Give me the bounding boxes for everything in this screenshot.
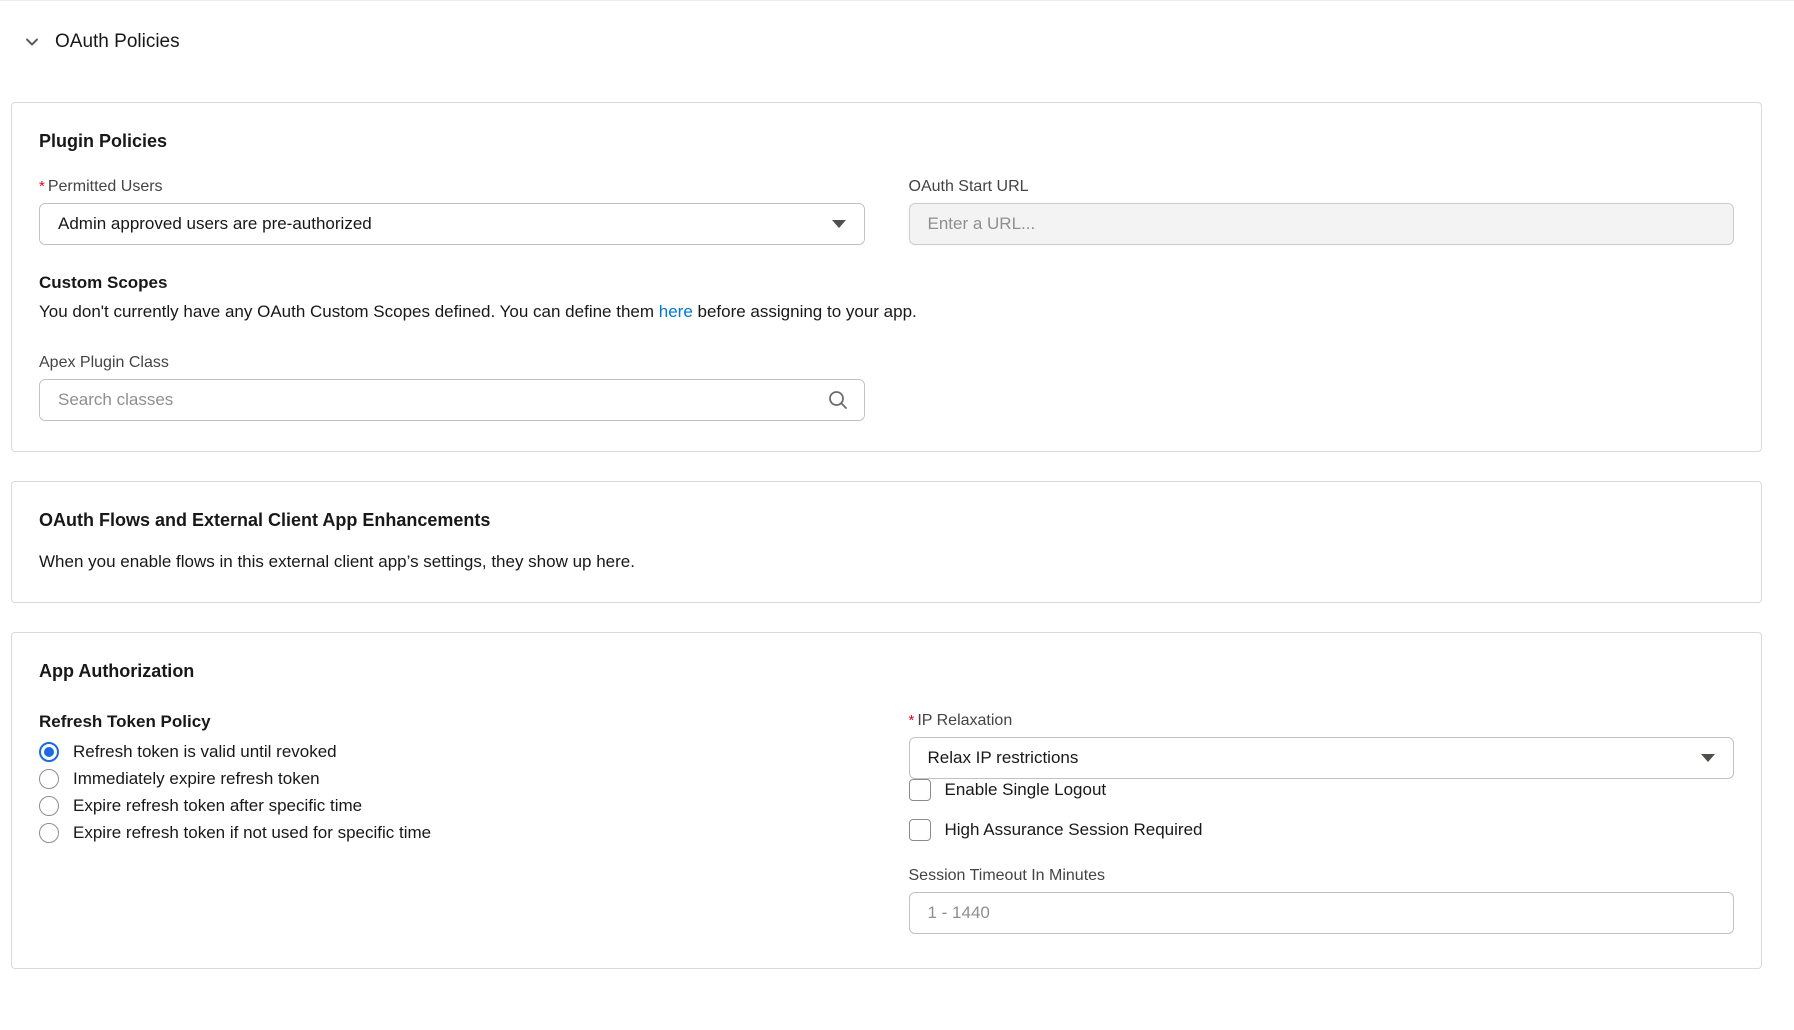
required-asterisk: * xyxy=(909,712,915,729)
search-icon xyxy=(827,389,849,411)
high-assurance-session-checkbox[interactable] xyxy=(909,819,931,841)
ip-relaxation-label-text: IP Relaxation xyxy=(917,712,1012,730)
section-title: OAuth Policies xyxy=(55,31,180,53)
session-timeout-label-text: Session Timeout In Minutes xyxy=(909,867,1106,885)
app-authorization-right-column: * IP Relaxation Relax IP restrictions En… xyxy=(909,712,1735,934)
radio-option-label: Expire refresh token if not used for spe… xyxy=(73,823,431,843)
radio-option-valid-until-revoked[interactable]: Refresh token is valid until revoked xyxy=(39,742,865,762)
here-link[interactable]: here xyxy=(659,302,693,321)
chevron-down-icon[interactable] xyxy=(23,33,41,51)
apex-plugin-class-field xyxy=(39,379,865,421)
enable-single-logout-checkbox[interactable] xyxy=(909,779,931,801)
radio-option-immediately-expire[interactable]: Immediately expire refresh token xyxy=(39,769,865,789)
chevron-down-icon xyxy=(1701,754,1715,762)
enable-single-logout-label: Enable Single Logout xyxy=(945,780,1107,800)
custom-scopes-text: You don't currently have any OAuth Custo… xyxy=(39,301,1734,322)
radio-option-label: Expire refresh token after specific time xyxy=(73,796,362,816)
ip-relaxation-value: Relax IP restrictions xyxy=(928,748,1079,768)
radio-option-expire-if-unused[interactable]: Expire refresh token if not used for spe… xyxy=(39,823,865,843)
refresh-token-radio-3[interactable] xyxy=(39,823,59,843)
refresh-token-policy-group: Refresh Token Policy Refresh token is va… xyxy=(39,712,865,850)
enable-single-logout-row[interactable]: Enable Single Logout xyxy=(909,779,1735,801)
custom-scopes-heading: Custom Scopes xyxy=(39,273,1734,293)
permitted-users-select[interactable]: Admin approved users are pre-authorized xyxy=(39,203,865,245)
oauth-flows-card: OAuth Flows and External Client App Enha… xyxy=(11,481,1762,603)
oauth-policies-page: OAuth Policies Plugin Policies * Permitt… xyxy=(0,0,1794,1030)
permitted-users-field: * Permitted Users Admin approved users a… xyxy=(39,178,865,245)
ip-relaxation-label: * IP Relaxation xyxy=(909,712,1735,730)
oauth-flows-description: When you enable flows in this external c… xyxy=(39,551,1734,572)
radio-option-expire-after-time[interactable]: Expire refresh token after specific time xyxy=(39,796,865,816)
refresh-token-radio-1[interactable] xyxy=(39,769,59,789)
refresh-token-radio-2[interactable] xyxy=(39,796,59,816)
oauth-flows-title: OAuth Flows and External Client App Enha… xyxy=(39,510,1734,531)
permitted-users-value: Admin approved users are pre-authorized xyxy=(58,214,372,234)
session-timeout-input[interactable] xyxy=(909,892,1735,934)
plugin-policies-title: Plugin Policies xyxy=(39,131,1734,152)
apex-plugin-class-input[interactable] xyxy=(39,379,865,421)
oauth-start-url-label-text: OAuth Start URL xyxy=(909,178,1029,196)
session-timeout-label: Session Timeout In Minutes xyxy=(909,867,1735,885)
custom-scopes-text-after: before assigning to your app. xyxy=(693,302,917,321)
refresh-token-policy-label: Refresh Token Policy xyxy=(39,712,865,732)
radio-option-label: Refresh token is valid until revoked xyxy=(73,742,337,762)
apex-plugin-class-label: Apex Plugin Class xyxy=(39,354,1734,372)
permitted-users-label: * Permitted Users xyxy=(39,178,865,196)
app-authorization-title: App Authorization xyxy=(39,661,1734,682)
ip-relaxation-select[interactable]: Relax IP restrictions xyxy=(909,737,1735,779)
radio-option-label: Immediately expire refresh token xyxy=(73,769,320,789)
high-assurance-session-label: High Assurance Session Required xyxy=(945,820,1203,840)
custom-scopes-text-before: You don't currently have any OAuth Custo… xyxy=(39,302,659,321)
apex-plugin-class-label-text: Apex Plugin Class xyxy=(39,354,169,372)
high-assurance-session-row[interactable]: High Assurance Session Required xyxy=(909,819,1735,841)
permitted-users-label-text: Permitted Users xyxy=(48,178,163,196)
oauth-start-url-field: OAuth Start URL xyxy=(909,178,1735,245)
app-authorization-card: App Authorization Refresh Token Policy R… xyxy=(11,632,1762,969)
oauth-start-url-input xyxy=(909,203,1735,245)
required-asterisk: * xyxy=(39,178,45,195)
refresh-token-radio-0[interactable] xyxy=(39,742,59,762)
chevron-down-icon xyxy=(832,220,846,228)
plugin-policies-card: Plugin Policies * Permitted Users Admin … xyxy=(11,102,1762,452)
oauth-policies-section-toggle[interactable]: OAuth Policies xyxy=(0,1,180,53)
oauth-start-url-label: OAuth Start URL xyxy=(909,178,1735,196)
